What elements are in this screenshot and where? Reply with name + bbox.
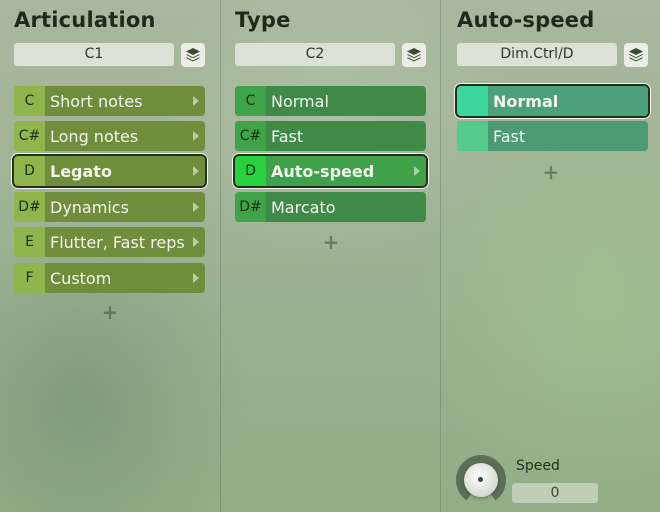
articulation-item-label: Dynamics — [50, 197, 129, 217]
add-articulation-button[interactable]: + — [100, 300, 120, 324]
type-keyswitch-selector[interactable]: C2 — [235, 43, 395, 66]
chevron-right-icon — [193, 96, 199, 106]
layers-icon — [407, 48, 421, 62]
type-item-label: Normal — [271, 91, 329, 111]
add-auto-speed-button[interactable]: + — [541, 160, 561, 184]
speed-value-field[interactable]: 0 — [512, 483, 598, 503]
type-item-auto-speed[interactable]: D Auto-speed — [233, 154, 428, 188]
auto-speed-color-swatch — [457, 86, 488, 116]
keyswitch-label: C# — [14, 121, 45, 151]
auto-speed-title: Auto-speed — [457, 8, 595, 32]
articulation-title: Articulation — [14, 8, 156, 32]
speed-label: Speed — [516, 458, 560, 474]
keyswitch-label: C# — [235, 121, 266, 151]
auto-speed-column: Auto-speed Dim.Ctrl/D Normal Fast + — [440, 0, 660, 512]
type-title: Type — [235, 8, 291, 32]
auto-speed-item-normal[interactable]: Normal — [455, 84, 650, 118]
type-item-marcato[interactable]: D# Marcato — [235, 192, 426, 222]
type-item-normal[interactable]: C Normal — [235, 86, 426, 116]
articulation-item-legato[interactable]: D Legato — [12, 154, 207, 188]
type-item-label: Marcato — [271, 197, 336, 217]
keyswitch-label: D — [14, 156, 45, 186]
articulation-item-label: Custom — [50, 268, 112, 288]
type-layers-button[interactable] — [402, 43, 426, 67]
knob-indicator — [478, 477, 483, 482]
chevron-right-icon — [193, 237, 199, 247]
articulation-item-label: Long notes — [50, 126, 139, 146]
add-type-button[interactable]: + — [321, 230, 341, 254]
keyswitch-label: D# — [235, 192, 266, 222]
articulation-item-label: Flutter, Fast reps — [50, 232, 185, 252]
auto-speed-controller-selector[interactable]: Dim.Ctrl/D — [457, 43, 617, 66]
auto-speed-item-label: Normal — [493, 91, 559, 111]
keyswitch-label: D# — [14, 192, 45, 222]
articulation-item-long-notes[interactable]: C# Long notes — [14, 121, 205, 151]
chevron-right-icon — [193, 202, 199, 212]
chevron-right-icon — [414, 166, 420, 176]
keyswitch-label: C — [235, 86, 266, 116]
auto-speed-layers-button[interactable] — [624, 43, 648, 67]
articulation-item-label: Short notes — [50, 91, 143, 111]
knob-face — [464, 463, 498, 497]
layers-icon — [629, 48, 643, 62]
auto-speed-item-label: Fast — [493, 126, 526, 146]
articulation-item-short-notes[interactable]: C Short notes — [14, 86, 205, 116]
articulation-item-dynamics[interactable]: D# Dynamics — [14, 192, 205, 222]
keyswitch-label: C — [14, 86, 45, 116]
auto-speed-color-swatch — [457, 121, 488, 151]
chevron-right-icon — [193, 273, 199, 283]
auto-speed-item-fast[interactable]: Fast — [457, 121, 648, 151]
type-item-label: Auto-speed — [271, 161, 375, 181]
keyswitch-label: F — [14, 263, 45, 293]
layers-icon — [186, 48, 200, 62]
chevron-right-icon — [193, 166, 199, 176]
keyswitch-label: E — [14, 227, 45, 257]
articulation-item-flutter[interactable]: E Flutter, Fast reps — [14, 227, 205, 257]
articulation-item-label: Legato — [50, 161, 112, 181]
chevron-right-icon — [193, 131, 199, 141]
type-item-fast[interactable]: C# Fast — [235, 121, 426, 151]
articulation-item-custom[interactable]: F Custom — [14, 263, 205, 293]
articulation-layers-button[interactable] — [181, 43, 205, 67]
articulation-keyswitch-selector[interactable]: C1 — [14, 43, 174, 66]
type-item-label: Fast — [271, 126, 304, 146]
speed-knob[interactable] — [456, 455, 506, 505]
keyswitch-label: D — [235, 156, 266, 186]
type-column: Type C2 C Normal C# Fast D Auto-speed D#… — [220, 0, 441, 512]
articulation-column: Articulation C1 C Short notes C# Long no… — [0, 0, 220, 512]
